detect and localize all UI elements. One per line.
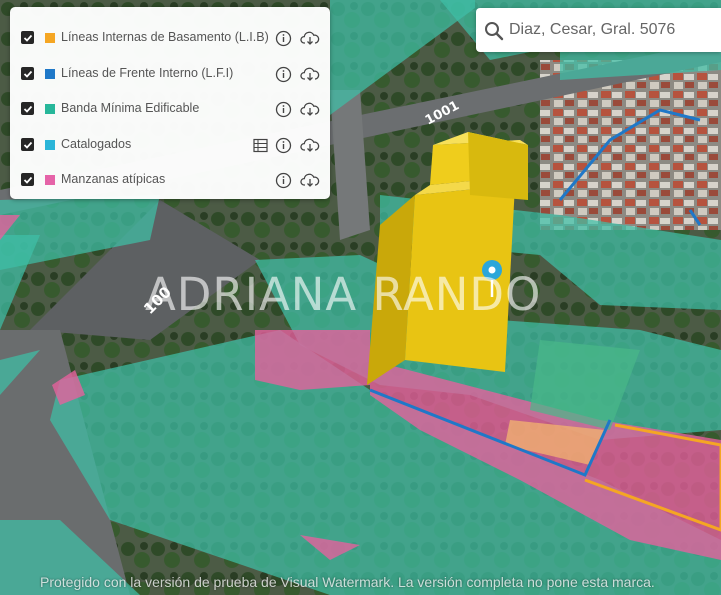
info-icon[interactable] <box>275 66 292 83</box>
cloud-download-icon[interactable] <box>300 30 320 47</box>
cloud-download-icon[interactable] <box>300 172 320 189</box>
layer-color-swatch <box>45 140 55 150</box>
info-icon[interactable] <box>275 137 292 154</box>
layer-checkbox[interactable] <box>21 173 34 186</box>
cloud-download-icon[interactable] <box>300 66 320 83</box>
layer-color-swatch <box>45 175 55 185</box>
layer-label: Banda Mínima Edificable <box>61 101 200 115</box>
checkmark-icon <box>23 34 32 42</box>
search-icon[interactable] <box>484 21 504 41</box>
info-icon[interactable] <box>275 30 292 47</box>
checkmark-icon <box>23 176 32 184</box>
cloud-download-icon[interactable] <box>300 101 320 118</box>
search-box <box>476 8 721 52</box>
layer-color-swatch <box>45 33 55 43</box>
info-icon[interactable] <box>275 101 292 118</box>
layer-row-lfi[interactable]: Líneas de Frente Interno (L.F.I) <box>10 62 330 86</box>
search-input[interactable] <box>509 18 714 42</box>
checkmark-icon <box>23 141 32 149</box>
cloud-download-icon[interactable] <box>300 137 320 154</box>
checkmark-icon <box>23 105 32 113</box>
layer-color-swatch <box>45 104 55 114</box>
table-icon[interactable] <box>252 137 269 154</box>
layer-row-lib[interactable]: Líneas Internas de Basamento (L.I.B) <box>10 26 330 50</box>
info-icon[interactable] <box>275 172 292 189</box>
layer-row-catalogados[interactable]: Catalogados <box>10 133 330 157</box>
layer-checkbox[interactable] <box>21 31 34 44</box>
layers-panel: Líneas Internas de Basamento (L.I.B) Lín… <box>10 7 330 199</box>
checkmark-icon <box>23 70 32 78</box>
layer-label: Líneas Internas de Basamento (L.I.B) <box>61 30 269 44</box>
layer-row-banda[interactable]: Banda Mínima Edificable <box>10 97 330 121</box>
layer-checkbox[interactable] <box>21 67 34 80</box>
layer-label: Líneas de Frente Interno (L.F.I) <box>61 66 234 80</box>
layer-checkbox[interactable] <box>21 138 34 151</box>
layer-row-manzanas[interactable]: Manzanas atípicas <box>10 168 330 192</box>
layer-color-swatch <box>45 69 55 79</box>
layer-checkbox[interactable] <box>21 102 34 115</box>
layer-label: Catalogados <box>61 137 132 151</box>
layer-label: Manzanas atípicas <box>61 172 166 186</box>
location-pin-icon[interactable] <box>480 259 504 299</box>
